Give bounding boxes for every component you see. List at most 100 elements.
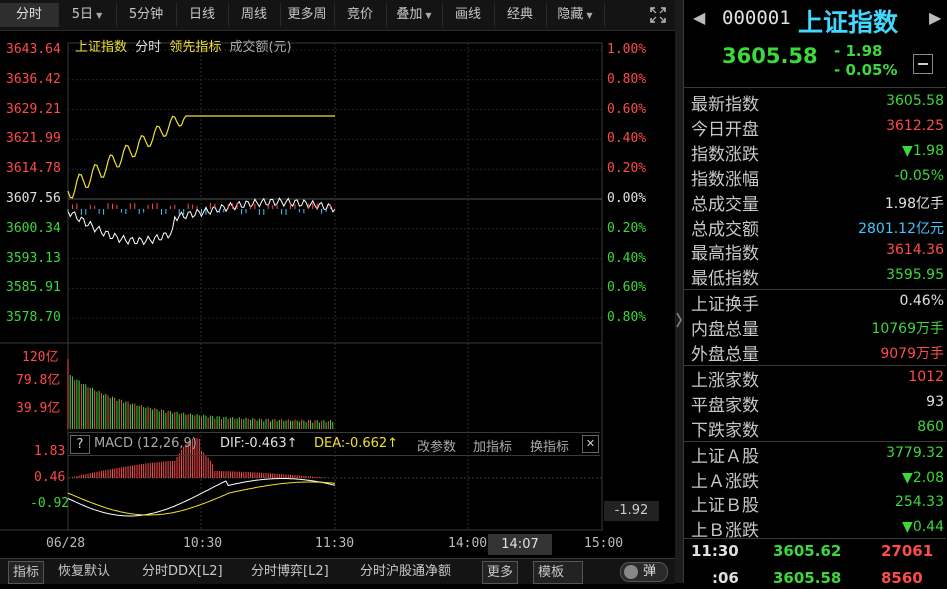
minus-box-icon [918,63,928,65]
stat-value: 3612.25 [886,117,944,134]
bottom-tab[interactable]: 更多 [482,561,519,584]
bottom-tab[interactable]: 模板 [533,561,584,584]
chart-legend: 上证指数 分时 领先指标 成交额(元) [75,36,292,55]
toolbar-tab[interactable]: 隐藏 ▼ [546,3,605,27]
stat-value: ▼0.44 [902,519,944,536]
price-axis-label: 3636.42 [6,71,61,87]
stat-label: 指数涨幅 [691,169,759,190]
dropdown-caret-icon: ▼ [586,11,593,20]
percent-axis-label: 0.80% [607,310,647,326]
toolbar-tab[interactable]: 日线 [176,3,229,27]
stat-label: 今日开盘 [691,119,759,140]
tick-time: 11:30 [691,542,739,560]
stat-value: 254.33 [895,494,944,511]
tick-price: 3605.62 [773,542,842,560]
stat-value: 3605.58 [886,93,944,109]
stat-row: 内盘总量 10769万手 [684,314,946,340]
toolbar-tab-label: 5分钟 [128,7,164,22]
toolbar-tab-label: 5日 [71,7,94,22]
time-axis-label: 15:00 [584,536,624,551]
toolbar-tab-label: 日线 [188,7,215,22]
toolbar-tab[interactable]: 经典 [494,3,547,27]
time-axis-label: 10:30 [183,536,223,551]
toolbar-tab-label: 竞价 [346,7,373,22]
stat-value: 3595.95 [886,267,944,284]
prev-stock-icon[interactable]: ◀ [693,8,705,27]
macd-dea-line [67,481,336,516]
macd-close-button[interactable]: ✕ [582,435,599,453]
stock-code: 000001 [722,7,791,29]
macd-axis-label: 0.46 [34,470,66,485]
percent-axis-label: 1.00% [607,42,647,57]
stat-value: 860 [917,418,944,435]
stat-value: 1.98亿手 [884,195,944,212]
toolbar-tab[interactable]: 画线 [442,3,495,27]
macd-switch-indicator[interactable]: 换指标 [530,436,569,455]
next-stock-icon[interactable]: ▶ [929,8,941,27]
macd-dea: DEA:-0.662↑ [314,436,399,451]
volume-axis-label: 39.9亿 [16,401,61,416]
toolbar-tab-label: 画线 [454,7,481,22]
macd-edit-params[interactable]: 改参数 [417,436,456,455]
popup-toggle[interactable]: 弹 [620,562,668,582]
toolbar-tab[interactable]: 5日 ▼ [58,3,117,27]
macd-add-indicator[interactable]: 加指标 [473,436,512,455]
toolbar-tab[interactable]: 分时 [0,3,59,27]
macd-axis-label: -0.92 [30,496,70,511]
toolbar-tab[interactable]: 5分钟 [116,3,177,27]
toolbar-tab[interactable]: 周线 [228,3,281,27]
price-axis-label: 3585.91 [6,280,61,296]
stat-value: 1012 [908,368,944,385]
toolbar-tab[interactable]: 更多周 [280,3,335,27]
stat-label: 上涨家数 [691,370,759,391]
toggle-label: 弹 [643,564,657,579]
price-axis-label: 3643.64 [6,42,61,57]
legend-leading-indicator[interactable]: 领先指标 [169,40,221,55]
stat-row: 总成交额 2801.12亿元 [684,214,946,240]
price-change-pct: - 0.05% [834,61,898,79]
stat-value: 0.46% [899,293,944,310]
tick-volume: 8560 [881,569,923,587]
stat-row: 指数涨幅 -0.05% [684,164,946,190]
toolbar-tab[interactable]: 叠加 ▼ [386,3,443,27]
stat-row: 总成交量 1.98亿手 [684,189,946,215]
tick-volume: 27061 [881,542,934,560]
stat-label: 平盘家数 [691,395,759,416]
toolbar-tab-label: 更多周 [287,7,327,22]
toolbar-tab-label: 叠加 [396,7,423,22]
legend-turnover: 成交额(元) [229,40,292,55]
stat-row: 最低指数 3595.95 [684,263,946,289]
toolbar-tab[interactable]: 竞价 [334,3,387,27]
toolbar-tab-label: 经典 [506,7,533,22]
bottom-tab[interactable]: 分时沪股通净额 [360,561,451,582]
stat-label: 总成交额 [691,219,759,240]
panel-splitter[interactable] [675,0,683,583]
bottom-tab[interactable]: 恢复默认 [58,561,110,582]
price-axis-label: 3629.21 [6,101,61,117]
bottom-tab[interactable]: 分时DDX[L2] [142,561,223,582]
toggle-knob [624,565,638,579]
intraday-chart[interactable]: 上证指数 分时 领先指标 成交额(元) 3643.64 3636.42 3629.2… [0,31,675,558]
percent-axis-label: 0.20% [607,161,647,177]
volume-axis-label: 120亿 [22,350,59,365]
fullscreen-button[interactable] [645,3,671,27]
price-axis-label: 3593.13 [6,250,61,266]
stat-row: 平盘家数 93 [684,390,946,416]
percent-axis-label: 0.60% [607,101,647,117]
stat-label: 最新指数 [691,95,759,115]
macd-help-button[interactable]: ? [70,435,90,454]
collapse-button[interactable] [913,54,933,74]
stat-label: 上Ａ涨跌 [691,471,759,492]
stat-value: 10769万手 [871,321,944,338]
cursor-time: 14:07 [488,534,552,555]
legend-index-name: 上证指数 [75,40,128,55]
tick-row: :06 3605.58 8560 [684,569,946,589]
tick-time: :06 [712,569,739,587]
stat-label: 最高指数 [691,244,759,265]
price-axis-label: 3621.99 [6,131,61,147]
stat-label: 指数涨跌 [691,144,759,165]
bottom-tab[interactable]: 指标 [8,561,45,584]
bottom-tab[interactable]: 分时博弈[L2] [251,561,329,582]
stat-value: -0.05% [894,167,944,184]
stat-row: 外盘总量 9079万手 [684,339,946,365]
